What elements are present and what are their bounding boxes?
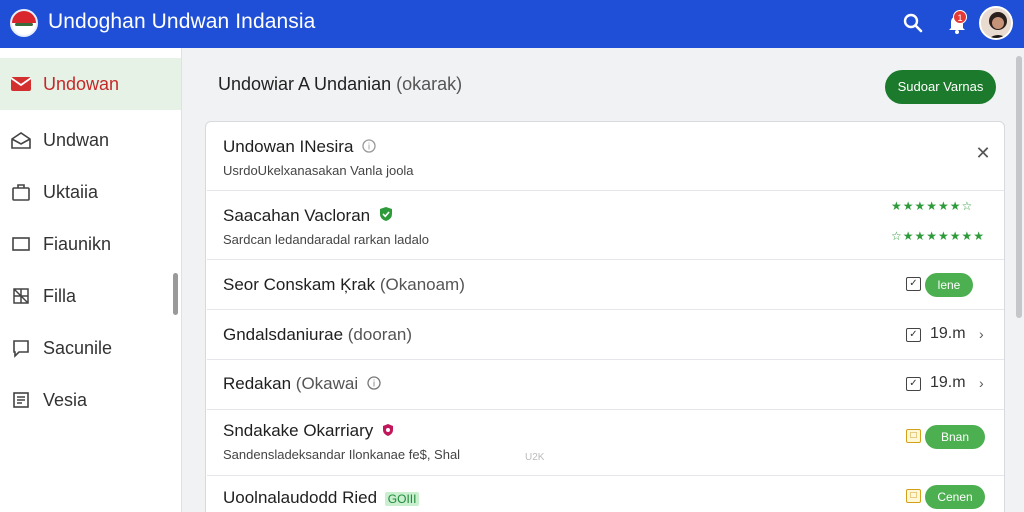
- sidebar-item-label: Undwan: [43, 129, 110, 150]
- svg-text:i: i: [368, 142, 371, 152]
- row-title: Gndalsdaniurae (dooran): [223, 325, 412, 345]
- status-pill[interactable]: lene: [925, 273, 973, 297]
- time-value: 19.m: [930, 374, 966, 391]
- sidebar-item-label: Vesia: [43, 389, 88, 410]
- chevron-right-icon[interactable]: ›: [979, 326, 984, 342]
- svg-text:i: i: [373, 379, 376, 389]
- mail-red-icon: [10, 73, 32, 95]
- info-icon: i: [362, 138, 376, 158]
- list-item[interactable]: Seor Conskam Ķrak (Okanoam) ✓ lene: [207, 260, 1004, 310]
- row-subtitle: UsrdoUkelxanasakan Vanla joola: [223, 163, 414, 178]
- row-title: Sndakake Okarriary: [223, 421, 394, 442]
- sidebar: Undowan Undwan Uktaiia Fiaunikn Filla Sa…: [0, 48, 182, 512]
- checkbox-icon[interactable]: ✓: [906, 328, 921, 342]
- row-title-text: Seor Conskam Ķrak: [223, 275, 376, 294]
- notification-badge: 1: [953, 10, 967, 24]
- sidebar-item-label: Uktaiia: [43, 181, 99, 202]
- app-title: Undoghan Undwan Indansia: [48, 10, 316, 33]
- row-title-sub: (Okawai: [295, 374, 359, 393]
- row-title-text: Gndalsdaniurae: [223, 325, 344, 344]
- info-icon: i: [367, 375, 381, 395]
- row-title: Saacahan Vacloran: [223, 206, 393, 227]
- sidebar-item-sacunile[interactable]: Sacunile: [0, 322, 181, 374]
- comment-icon: [10, 337, 32, 359]
- primary-action-button[interactable]: Sudoar Varnas: [885, 70, 996, 104]
- rating-stars-top: ★★★★★★☆: [891, 199, 974, 213]
- sidebar-item-vesia[interactable]: Vesia: [0, 374, 181, 426]
- status-tag: GOIII: [384, 491, 420, 506]
- bag-icon: [10, 181, 32, 203]
- checkbox-icon[interactable]: □: [906, 489, 921, 503]
- sidebar-item-undwan[interactable]: Undwan: [0, 114, 181, 166]
- card-icon: [10, 233, 32, 255]
- row-subtitle: Sandensladeksandar Ilonkanae fe$, Shal: [223, 447, 461, 462]
- list-item[interactable]: Undowan INesira i UsrdoUkelxanasakan Van…: [207, 122, 1004, 191]
- list-item[interactable]: Sndakake Okarriary Sandensladeksandar Il…: [207, 410, 1004, 476]
- main-scrollbar[interactable]: [1016, 56, 1022, 318]
- app-header: Undoghan Undwan Indansia 1: [0, 0, 1024, 48]
- row-subtitle: Sardcan ledandaradal rarkan ladalo: [223, 232, 429, 247]
- sidebar-item-uktaiia[interactable]: Uktaiia: [0, 166, 181, 218]
- sidebar-item-label: Filla: [43, 285, 77, 306]
- sidebar-item-filla[interactable]: Filla: [0, 270, 181, 322]
- search-icon[interactable]: [902, 12, 924, 34]
- row-title-text: Undowan INesira: [223, 137, 354, 156]
- list-item[interactable]: Redakan (Okawai i ✓ 19.m ›: [207, 360, 1004, 410]
- content-panel: Undowan INesira i UsrdoUkelxanasakan Van…: [205, 121, 1005, 512]
- row-title-sub: (Okanoam): [379, 275, 465, 294]
- row-title-sub: (dooran): [347, 325, 413, 344]
- sidebar-scrollbar[interactable]: [173, 273, 178, 315]
- row-title-text: Uoolnalaudodd Ried: [223, 488, 378, 507]
- row-title: Uoolnalaudodd Ried GOIII: [223, 488, 420, 508]
- checkbox-icon[interactable]: ✓: [906, 377, 921, 391]
- checkbox-icon[interactable]: ✓: [906, 277, 921, 291]
- time-value: 19.m: [930, 325, 966, 342]
- row-title-text: Saacahan Vacloran: [223, 206, 371, 225]
- page-title-text: Undowiar A Undanian: [218, 74, 392, 94]
- rating-stars-bottom: ☆★★★★★★★: [891, 229, 986, 243]
- chevron-right-icon[interactable]: ›: [979, 375, 984, 391]
- envelope-open-icon: [10, 129, 32, 151]
- shield-icon: [382, 422, 394, 442]
- page-title-sub: (okarak): [396, 74, 463, 94]
- flag-logo-icon[interactable]: [10, 9, 38, 37]
- row-title: Redakan (Okawai i: [223, 374, 381, 395]
- status-pill[interactable]: Bnan: [925, 425, 985, 449]
- avatar[interactable]: [979, 6, 1013, 40]
- ghost-text: U2K: [525, 452, 545, 463]
- status-pill[interactable]: Cenen: [925, 485, 985, 509]
- sidebar-item-undowan[interactable]: Undowan: [0, 58, 181, 110]
- sidebar-item-fiaunikn[interactable]: Fiaunikn: [0, 218, 181, 270]
- row-title-text: Sndakake Okarriary: [223, 421, 374, 440]
- page-title: Undowiar A Undanian (okarak): [218, 74, 462, 95]
- document-icon: [10, 389, 32, 411]
- grid-icon: [10, 285, 32, 307]
- close-icon[interactable]: ✕: [974, 144, 992, 162]
- list-item[interactable]: Uoolnalaudodd Ried GOIII □ Cenen: [207, 476, 1004, 512]
- row-title: Undowan INesira i: [223, 137, 376, 158]
- row-title: Seor Conskam Ķrak (Okanoam): [223, 275, 465, 295]
- sidebar-item-label: Undowan: [43, 73, 120, 94]
- list-item[interactable]: Gndalsdaniurae (dooran) ✓ 19.m ›: [207, 310, 1004, 360]
- row-title-text: Redakan: [223, 374, 292, 393]
- list-item[interactable]: Saacahan Vacloran Sardcan ledandaradal r…: [207, 191, 1004, 260]
- sidebar-item-label: Fiaunikn: [43, 233, 112, 254]
- verified-shield-icon: [379, 206, 393, 227]
- checkbox-icon[interactable]: □: [906, 429, 921, 443]
- sidebar-item-label: Sacunile: [43, 337, 113, 358]
